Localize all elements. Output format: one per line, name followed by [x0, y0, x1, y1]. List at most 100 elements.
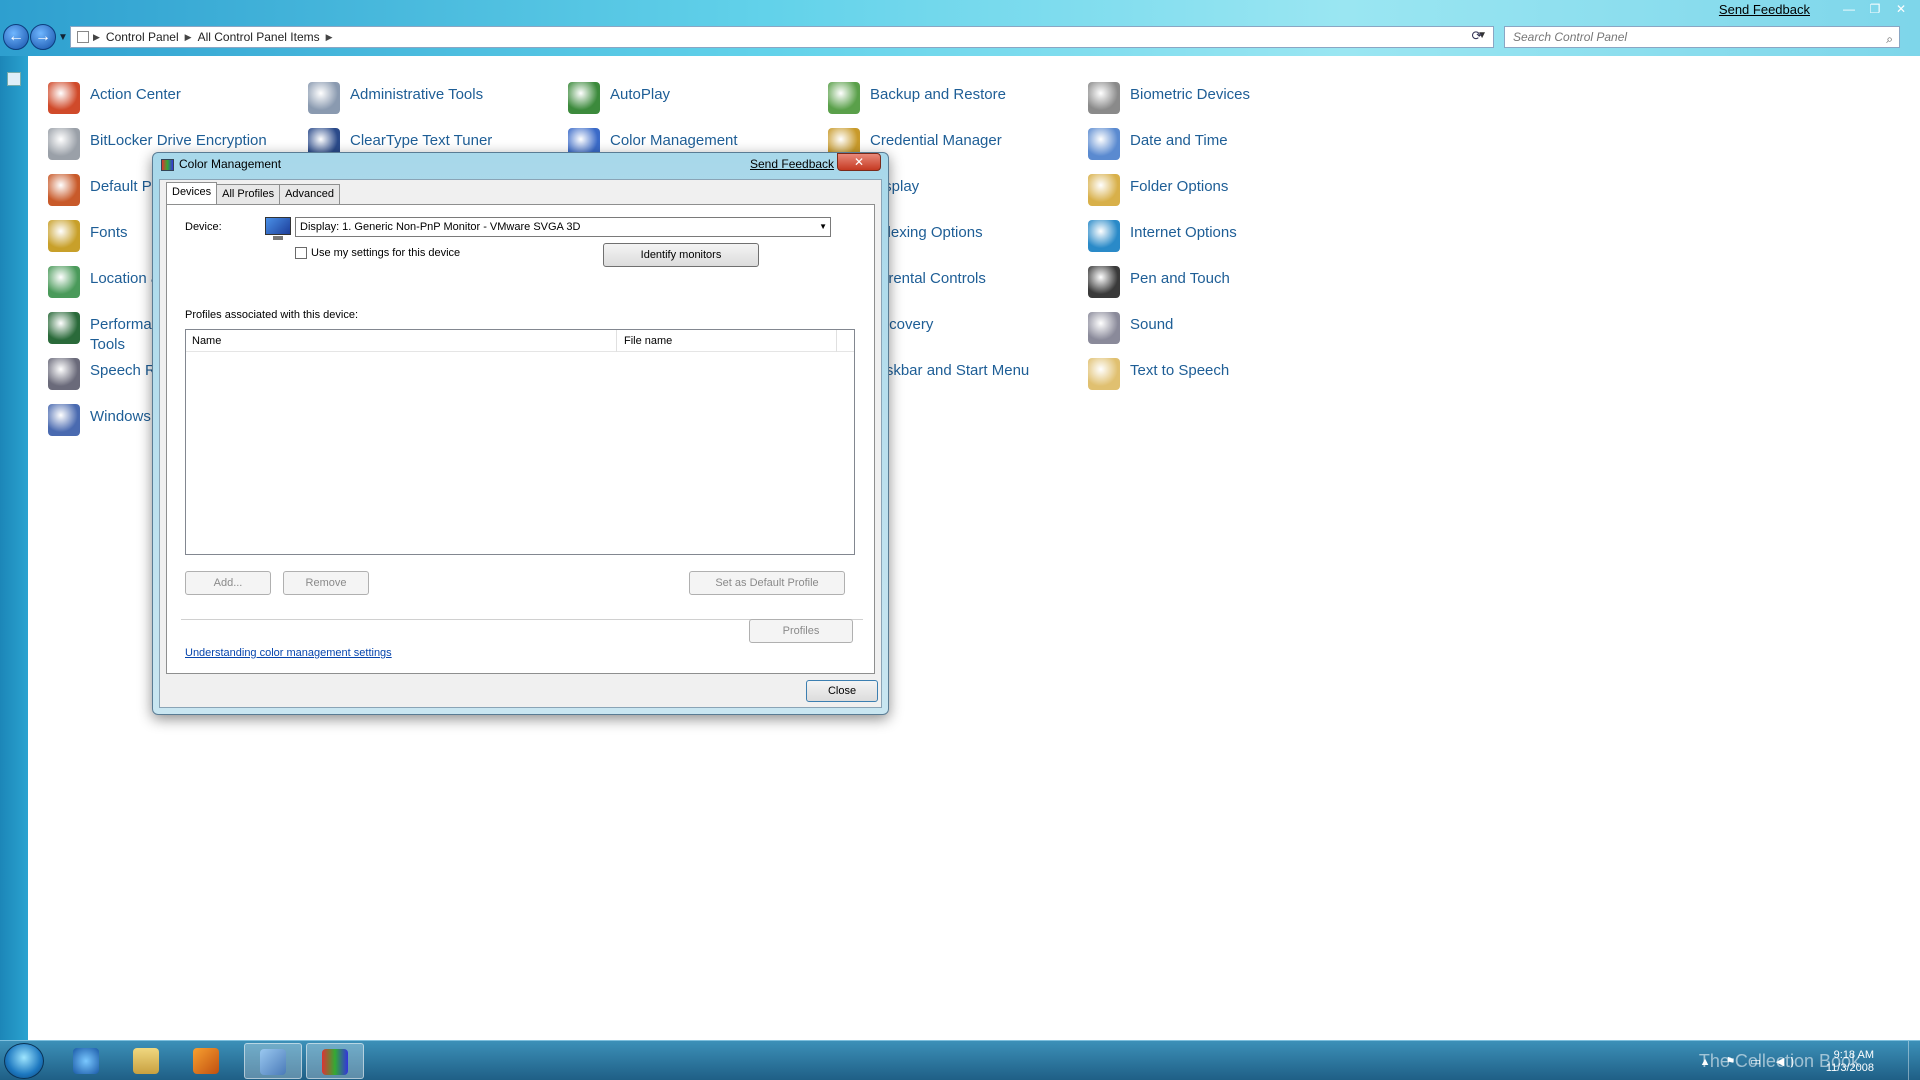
close-window-button[interactable]: ✕	[1888, 0, 1914, 18]
cp-item-icon	[1088, 174, 1120, 206]
taskbar-media-player[interactable]	[178, 1043, 236, 1079]
cp-item-label: Color Management	[610, 132, 738, 149]
cp-item-icon	[1088, 312, 1120, 344]
cp-item-text-to-speech[interactable]: Text to Speech	[1088, 358, 1330, 390]
start-button[interactable]	[4, 1043, 44, 1079]
cp-item-folder-options[interactable]: Folder Options	[1088, 174, 1330, 206]
taskbar-control-panel[interactable]	[244, 1043, 302, 1079]
profiles-list-header: Name File name	[186, 330, 854, 352]
use-my-settings-checkbox[interactable]	[295, 247, 307, 259]
back-button[interactable]: ←	[3, 24, 29, 50]
dialog-send-feedback-link[interactable]: Send Feedback	[750, 157, 834, 171]
cp-item-label: ClearType Text Tuner	[350, 132, 493, 149]
address-bar[interactable]: ▶ Control Panel ▶ All Control Panel Item…	[70, 26, 1494, 48]
chevron-right-icon[interactable]: ▶	[326, 32, 333, 43]
color-management-icon	[322, 1049, 348, 1075]
search-input[interactable]: Search Control Panel ⌕	[1504, 26, 1900, 48]
chevron-right-icon[interactable]: ▶	[185, 32, 192, 43]
cp-item-administrative-tools[interactable]: Administrative Tools	[308, 82, 550, 114]
media-player-icon	[193, 1048, 219, 1074]
cp-item-label: Display	[870, 178, 920, 195]
maximize-button[interactable]: ❐	[1862, 0, 1888, 18]
cp-item-label: Action Center	[90, 86, 181, 103]
control-panel-icon	[77, 31, 89, 43]
column-name[interactable]: Name	[192, 335, 221, 347]
column-file-name[interactable]: File name	[624, 335, 672, 347]
device-select[interactable]: Display: 1. Generic Non-PnP Monitor - VM…	[295, 217, 831, 237]
color-management-icon	[161, 159, 174, 171]
chevron-down-icon[interactable]: ▼	[819, 218, 827, 236]
cp-item-icon	[1088, 266, 1120, 298]
cp-item-date-and-time[interactable]: Date and Time	[1088, 128, 1330, 160]
cp-item-backup-and-restore[interactable]: Backup and Restore	[828, 82, 1070, 114]
dialog-title: Color Management	[179, 157, 282, 171]
cp-item-icon	[48, 266, 80, 298]
show-desktop-button[interactable]	[1908, 1041, 1920, 1080]
taskbar: The Collection Book ▲ ⚑ ▭ ◀) 9:18 AM 11/…	[0, 1040, 1920, 1080]
cp-item-label: Credential Manager	[870, 132, 1002, 149]
forward-button[interactable]: →	[30, 24, 56, 50]
cp-item-icon	[48, 128, 80, 160]
cp-item-label: Internet Options	[1130, 224, 1237, 241]
tab-devices[interactable]: Devices	[166, 182, 218, 204]
set-default-profile-button[interactable]: Set as Default Profile	[689, 571, 845, 595]
device-select-value: Display: 1. Generic Non-PnP Monitor - VM…	[300, 221, 581, 233]
system-tray-icons[interactable]: ▲ ⚑ ▭ ◀)	[1700, 1055, 1800, 1068]
dialog-body: Devices All Profiles Advanced Device: Di…	[159, 179, 882, 708]
folder-icon	[133, 1048, 159, 1074]
close-button[interactable]: Close	[806, 680, 878, 702]
cp-item-action-center[interactable]: Action Center	[48, 82, 290, 114]
cp-item-label: Indexing Options	[870, 224, 983, 241]
clock[interactable]: 9:18 AM 11/3/2008	[1826, 1049, 1874, 1075]
minimize-button[interactable]: —	[1836, 0, 1862, 18]
internet-explorer-icon	[73, 1048, 99, 1074]
remove-profile-button[interactable]: Remove	[283, 571, 369, 595]
clock-date: 11/3/2008	[1825, 1062, 1874, 1074]
recent-pages-dropdown[interactable]: ▼	[58, 32, 68, 43]
profiles-button[interactable]: Profiles	[749, 619, 853, 643]
window-controls: — ❐ ✕	[1836, 0, 1914, 18]
cp-item-label: Folder Options	[1130, 178, 1229, 195]
cp-item-label: Recovery	[870, 316, 934, 333]
cp-item-icon	[48, 312, 80, 344]
profiles-list[interactable]: Name File name	[185, 329, 855, 555]
dialog-close-x-button[interactable]: ✕	[837, 153, 881, 171]
cp-item-label: Taskbar and Start Menu	[870, 362, 1030, 379]
pane-toggle-icon[interactable]	[7, 72, 21, 86]
cp-item-icon	[48, 404, 80, 436]
understanding-color-management-link[interactable]: Understanding color management settings	[185, 647, 392, 659]
cp-item-label: AutoPlay	[610, 86, 671, 103]
cp-item-icon	[48, 82, 80, 114]
control-panel-icon	[260, 1049, 286, 1075]
search-placeholder: Search Control Panel	[1513, 30, 1628, 44]
cp-item-biometric-devices[interactable]: Biometric Devices	[1088, 82, 1330, 114]
cp-item-autoplay[interactable]: AutoPlay	[568, 82, 810, 114]
cp-item-internet-options[interactable]: Internet Options	[1088, 220, 1330, 252]
add-profile-button[interactable]: Add...	[185, 571, 271, 595]
use-my-settings-label[interactable]: Use my settings for this device	[311, 247, 460, 259]
cp-item-label: Backup and Restore	[870, 86, 1006, 103]
monitor-icon	[265, 217, 291, 241]
identify-monitors-button[interactable]: Identify monitors	[603, 243, 759, 267]
tab-all-profiles[interactable]: All Profiles	[216, 184, 281, 204]
taskbar-color-management[interactable]	[306, 1043, 364, 1079]
search-icon[interactable]: ⌕	[1886, 29, 1893, 49]
cp-item-icon	[1088, 220, 1120, 252]
breadcrumb-control-panel[interactable]: Control Panel	[106, 30, 179, 44]
cp-item-label: Administrative Tools	[350, 86, 484, 103]
tab-advanced[interactable]: Advanced	[279, 184, 341, 204]
cp-item-pen-and-touch[interactable]: Pen and Touch	[1088, 266, 1330, 298]
refresh-icon[interactable]: ⟳	[1466, 26, 1488, 48]
cp-item-label: Text to Speech	[1130, 362, 1230, 379]
breadcrumb-all-items[interactable]: All Control Panel Items	[198, 30, 320, 44]
chevron-right-icon[interactable]: ▶	[93, 32, 100, 43]
taskbar-explorer[interactable]	[118, 1043, 176, 1079]
send-feedback-link[interactable]: Send Feedback	[1719, 2, 1810, 17]
color-management-dialog: Color Management Send Feedback ✕ Devices…	[152, 152, 889, 715]
device-label: Device:	[185, 221, 222, 233]
cp-item-label: Parental Controls	[870, 270, 986, 287]
taskbar-internet-explorer[interactable]	[58, 1043, 116, 1079]
left-pane	[0, 56, 28, 1040]
cp-item-sound[interactable]: Sound	[1088, 312, 1330, 344]
cp-item-label: BitLocker Drive Encryption	[90, 132, 267, 149]
